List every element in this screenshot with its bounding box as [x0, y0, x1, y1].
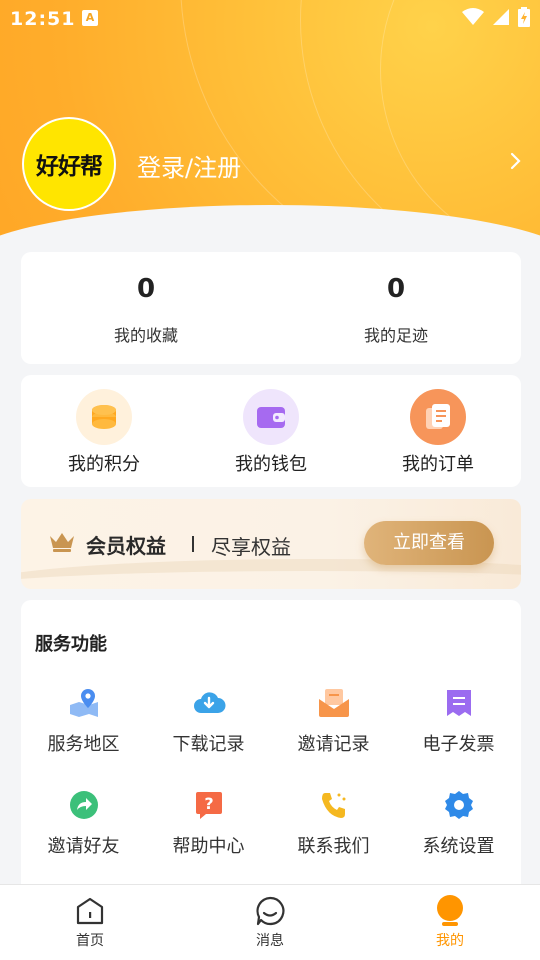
signal-icon — [493, 9, 509, 25]
tab-profile-label: 我的 — [436, 933, 464, 949]
help-icon: ? — [192, 788, 226, 822]
e-invoice-label: 电子发票 — [422, 734, 495, 755]
cloud-download-icon — [192, 686, 226, 720]
invoice-icon — [442, 686, 476, 720]
wallet-button[interactable]: 我的钱包 — [188, 389, 354, 476]
orders-button[interactable]: 我的订单 — [355, 389, 521, 476]
favorites-count: 0 — [136, 274, 156, 304]
service-area-label: 服务地区 — [47, 734, 120, 755]
help-center-label: 帮助中心 — [172, 836, 245, 857]
wifi-icon — [462, 8, 484, 25]
bottom-tab-bar: 首页 消息 我的 — [0, 884, 540, 960]
mail-icon — [317, 686, 351, 720]
invite-records-label: 邀请记录 — [297, 734, 370, 755]
profile-icon — [434, 895, 466, 927]
tab-messages-label: 消息 — [256, 933, 284, 949]
orders-label: 我的订单 — [402, 454, 474, 475]
service-area-button[interactable]: 服务地区 — [21, 686, 146, 756]
wallet-label: 我的钱包 — [235, 454, 307, 475]
status-icons — [462, 7, 530, 27]
services-heading: 服务功能 — [35, 634, 107, 655]
vip-subtitle: 尽享权益 — [211, 535, 291, 559]
history-label: 我的足迹 — [363, 326, 428, 345]
notification-icon: A — [82, 10, 98, 26]
view-now-button[interactable]: 立即查看 — [364, 521, 494, 565]
share-icon — [67, 788, 101, 822]
order-icon — [410, 389, 466, 445]
battery-icon — [518, 7, 530, 27]
avatar[interactable]: 好好帮 — [22, 117, 116, 211]
favorites-label: 我的收藏 — [113, 326, 178, 345]
invite-records-button[interactable]: 邀请记录 — [271, 686, 396, 756]
phone-icon — [317, 788, 351, 822]
status-time: 12:51 — [10, 8, 76, 30]
message-icon — [254, 895, 286, 927]
download-records-button[interactable]: 下载记录 — [146, 686, 271, 756]
map-pin-icon — [67, 686, 101, 720]
tab-home[interactable]: 首页 — [0, 895, 180, 950]
gear-icon — [442, 788, 476, 822]
system-settings-button[interactable]: 系统设置 — [396, 788, 521, 858]
wallet-icon — [243, 389, 299, 445]
favorites-stat[interactable]: 0 我的收藏 — [21, 252, 271, 346]
contact-us-button[interactable]: 联系我们 — [271, 788, 396, 858]
crown-icon — [50, 533, 74, 552]
vip-banner: 会员权益 尽享权益 立即查看 — [21, 499, 521, 589]
e-invoice-button[interactable]: 电子发票 — [396, 686, 521, 756]
download-records-label: 下载记录 — [172, 734, 245, 755]
stats-card: 0 我的收藏 0 我的足迹 — [21, 252, 521, 364]
invite-friends-button[interactable]: 邀请好友 — [21, 788, 146, 858]
login-register-link[interactable]: 登录/注册 — [137, 148, 241, 183]
divider — [192, 536, 194, 552]
contact-us-label: 联系我们 — [297, 836, 370, 857]
points-button[interactable]: 我的积分 — [21, 389, 187, 476]
history-stat[interactable]: 0 我的足迹 — [271, 252, 521, 346]
status-bar: 12:51 A — [0, 0, 540, 36]
help-center-button[interactable]: ? 帮助中心 — [146, 788, 271, 858]
quick-actions-card: 我的积分 我的钱包 我的订单 — [21, 375, 521, 487]
tab-home-label: 首页 — [76, 933, 104, 949]
services-card: 服务功能 服务地区 下载记录 邀请记录 电子发票 邀请好友 ? 帮助中心 联系我… — [21, 600, 521, 900]
svg-text:?: ? — [204, 794, 213, 813]
system-settings-label: 系统设置 — [422, 836, 495, 857]
vip-title: 会员权益 — [86, 534, 166, 558]
tab-messages[interactable]: 消息 — [180, 895, 360, 950]
home-icon — [74, 895, 106, 927]
points-label: 我的积分 — [68, 454, 140, 475]
history-count: 0 — [386, 274, 406, 304]
invite-friends-label: 邀请好友 — [47, 836, 120, 857]
chevron-right-icon[interactable] — [510, 150, 522, 172]
tab-profile[interactable]: 我的 — [360, 895, 540, 950]
coins-icon — [76, 389, 132, 445]
